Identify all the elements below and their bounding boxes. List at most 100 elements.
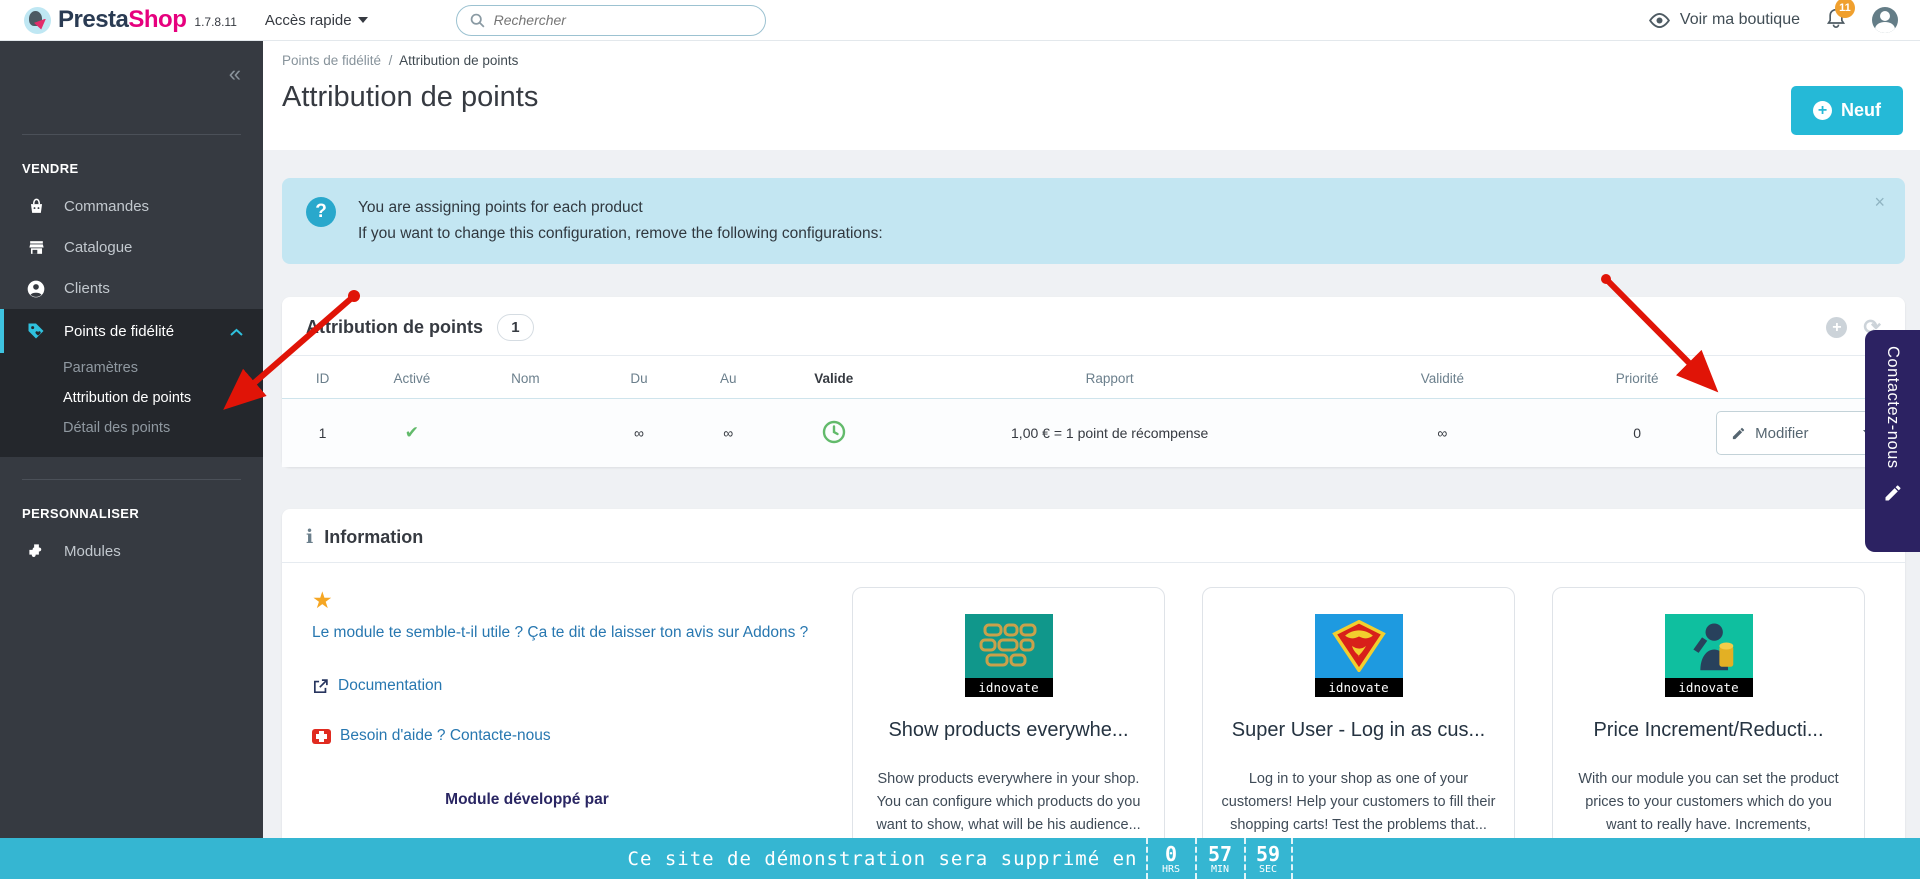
- user-avatar[interactable]: [1872, 7, 1898, 33]
- points-table: ID Activé Nom Du Au Valide Rapport Valid…: [282, 356, 1905, 467]
- col-valid[interactable]: Valide: [768, 356, 899, 399]
- external-link-icon: [313, 678, 328, 693]
- sidebar-item-points-de-fidelite[interactable]: Points de fidélité: [0, 309, 263, 353]
- shopping-basket-icon: [26, 197, 46, 217]
- notification-badge: 11: [1835, 0, 1855, 18]
- banner-text: Ce site de démonstration sera supprimé e…: [627, 847, 1138, 870]
- countdown-hours: 0 HRS: [1145, 838, 1195, 879]
- panel-title: Attribution de points: [306, 317, 483, 337]
- check-icon: ✔: [404, 423, 419, 442]
- chevron-up-icon: [230, 323, 243, 340]
- breadcrumb-parent[interactable]: Points de fidélité: [282, 53, 381, 68]
- sidebar-item-commandes[interactable]: Commandes: [0, 186, 263, 227]
- contact-us-tab[interactable]: Contactez-nous: [1865, 330, 1920, 552]
- col-active[interactable]: Activé: [363, 356, 461, 399]
- demo-countdown-banner: Ce site de démonstration sera supprimé e…: [0, 838, 1920, 879]
- module-title: Price Increment/Reducti...: [1593, 719, 1824, 741]
- sidebar-subitem-detail-des-points[interactable]: Détail des points: [63, 413, 263, 443]
- sidebar-item-catalogue[interactable]: Catalogue: [0, 227, 263, 268]
- search-input[interactable]: [493, 12, 753, 28]
- col-id[interactable]: ID: [282, 356, 364, 399]
- loyalty-tag-icon: [26, 321, 46, 341]
- documentation-link[interactable]: Documentation: [312, 677, 842, 695]
- chevron-down-icon: [357, 17, 368, 23]
- plus-circle-icon: +: [1813, 101, 1832, 120]
- clock-valid-icon: [822, 420, 845, 443]
- pencil-icon: [1885, 485, 1900, 501]
- page-title: Attribution de points: [282, 81, 539, 113]
- brand-name: PrestaShop: [58, 6, 187, 33]
- sidebar-subitem-parametres[interactable]: Paramètres: [63, 353, 263, 383]
- idnovate-logo-text: idnovate: [1314, 678, 1403, 697]
- col-priority[interactable]: Priorité: [1564, 356, 1711, 399]
- cell-validity: ∞: [1320, 398, 1565, 467]
- star-icon: ★: [312, 587, 333, 613]
- cell-to: ∞: [687, 398, 769, 467]
- module-title: Super User - Log in as cus...: [1231, 719, 1486, 741]
- module-logo-person-coins: idnovate: [1664, 614, 1753, 697]
- cell-priority: 0: [1564, 398, 1711, 467]
- col-ratio[interactable]: Rapport: [898, 356, 1321, 399]
- module-card-price-increment[interactable]: idnovate Price Increment/Reducti... With…: [1552, 587, 1865, 879]
- view-shop-label: Voir ma boutique: [1679, 11, 1800, 28]
- module-title: Show products everywhe...: [888, 719, 1129, 741]
- module-card-show-products[interactable]: idnovate Show products everywhe... Show …: [852, 587, 1165, 879]
- table-row[interactable]: 1 ✔ ∞ ∞ 1,00 € = 1 point de récompense ∞…: [282, 398, 1905, 467]
- sidebar-item-label: Clients: [64, 280, 110, 297]
- developed-by-label: Module développé par: [445, 791, 609, 808]
- info-icon: i: [306, 526, 314, 548]
- sidebar-item-modules[interactable]: Modules: [0, 531, 263, 572]
- add-icon[interactable]: +: [1826, 317, 1848, 338]
- cell-ratio: 1,00 € = 1 point de récompense: [898, 398, 1321, 467]
- top-header: PrestaShop 1.7.8.11 Accès rapide Voir ma…: [0, 0, 1920, 41]
- panel-title: Information: [324, 526, 424, 547]
- review-prompt[interactable]: Le module te semble-t-il utile ? Ça te d…: [312, 620, 812, 645]
- prestashop-logo[interactable]: PrestaShop 1.7.8.11: [24, 6, 237, 34]
- person-circle-icon: [26, 279, 46, 299]
- sidebar-subitem-attribution-de-points[interactable]: Attribution de points: [63, 383, 263, 413]
- col-name[interactable]: Nom: [460, 356, 591, 399]
- store-icon: [26, 238, 46, 258]
- puzzle-icon: [26, 542, 46, 562]
- cell-from: ∞: [590, 398, 688, 467]
- help-contact-link[interactable]: Besoin d'aide ? Contacte-nous: [312, 727, 842, 745]
- module-logo-superman: idnovate: [1314, 614, 1403, 697]
- quick-access-dropdown[interactable]: Accès rapide: [265, 12, 368, 29]
- col-to[interactable]: Au: [687, 356, 769, 399]
- alert-line2: If you want to change this configuration…: [358, 225, 883, 242]
- sidebar-section-vendre: VENDRE: [22, 161, 79, 176]
- eye-icon: [1648, 12, 1670, 28]
- module-card-super-user[interactable]: idnovate Super User - Log in as cus... L…: [1202, 587, 1515, 879]
- pencil-icon: [1733, 427, 1745, 439]
- sidebar-item-label: Modules: [64, 543, 121, 560]
- modify-button[interactable]: Modifier: [1716, 411, 1889, 455]
- search-icon: [470, 13, 485, 27]
- sidebar-collapse-button[interactable]: «: [229, 63, 241, 85]
- sidebar-item-label: Points de fidélité: [64, 322, 175, 340]
- prestashop-bird-icon: [24, 6, 51, 34]
- question-circle-icon: ?: [306, 197, 336, 227]
- breadcrumb: Points de fidélité / Attribution de poin…: [282, 53, 519, 68]
- points-panel: Attribution de points 1 + ⟳ ID Activé No…: [282, 297, 1905, 467]
- new-button[interactable]: + Neuf: [1791, 86, 1903, 135]
- view-shop-link[interactable]: Voir ma boutique: [1648, 11, 1800, 29]
- col-from[interactable]: Du: [590, 356, 688, 399]
- sidebar-nav: « VENDRE Commandes Catalogue Clients Poi…: [0, 41, 263, 879]
- sidebar-item-clients[interactable]: Clients: [0, 268, 263, 309]
- page-header: Points de fidélité / Attribution de poin…: [263, 41, 1920, 150]
- countdown: 0 HRS 57 MIN 59 SEC: [1145, 838, 1293, 879]
- alert-line1: You are assigning points for each produc…: [358, 199, 643, 216]
- sidebar-submenu: Paramètres Attribution de points Détail …: [0, 353, 263, 443]
- first-aid-kit-icon: [312, 728, 331, 744]
- breadcrumb-current: Attribution de points: [399, 53, 519, 68]
- info-alert: ? You are assigning points for each prod…: [282, 178, 1905, 264]
- main-content: Points de fidélité / Attribution de poin…: [263, 41, 1920, 879]
- count-badge: 1: [496, 314, 534, 341]
- close-icon[interactable]: ×: [1874, 192, 1885, 213]
- countdown-minutes: 57 MIN: [1194, 838, 1244, 879]
- countdown-seconds: 59 SEC: [1243, 838, 1293, 879]
- search-bar[interactable]: [455, 4, 766, 36]
- notifications-button[interactable]: 11: [1826, 0, 1855, 34]
- col-validity[interactable]: Validité: [1320, 356, 1565, 399]
- module-description: Log in to your shop as one of your custo…: [1221, 771, 1496, 833]
